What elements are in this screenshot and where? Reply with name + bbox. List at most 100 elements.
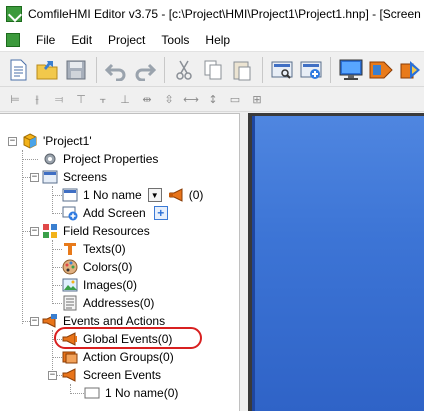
same-height-icon[interactable]: ↕	[204, 91, 222, 109]
run-simulator-button[interactable]	[368, 56, 394, 84]
properties-gear-icon	[42, 151, 58, 167]
menu-edit[interactable]: Edit	[63, 33, 100, 47]
add-screen-toolbar-button[interactable]	[298, 56, 323, 84]
undo-icon	[104, 63, 126, 81]
tree-node-project-properties[interactable]: Project Properties	[42, 150, 160, 168]
text-t-icon	[62, 241, 78, 257]
tree-label-add-screen: Add Screen	[83, 206, 146, 220]
title-bar: ComfileHMI Editor v3.75 - [c:\Project\HM…	[0, 0, 424, 28]
tree-node-screen-events[interactable]: Screen Events	[62, 366, 163, 384]
screen-event-megaphone-icon	[168, 187, 184, 203]
redo-button[interactable]	[132, 56, 157, 84]
field-resources-icon	[42, 223, 58, 239]
window-title: ComfileHMI Editor v3.75 - [c:\Project\HM…	[28, 7, 421, 21]
tree-node-screen-1[interactable]: 1 No name ▼ (0)	[62, 186, 205, 204]
tree-label-action-groups: Action Groups(0)	[83, 350, 174, 364]
collapse-events-and-actions-button[interactable]: −	[30, 317, 39, 326]
new-file-button[interactable]	[6, 56, 31, 84]
paste-button[interactable]	[230, 56, 255, 84]
tree-node-colors[interactable]: Colors(0)	[62, 258, 134, 276]
tree-connector	[52, 357, 62, 358]
add-screen-plus-button[interactable]: +	[153, 206, 168, 220]
toolbar-separator	[330, 56, 331, 83]
app-logo-icon	[6, 6, 22, 22]
toolbar-separator	[164, 56, 165, 83]
tree-node-add-screen[interactable]: Add Screen +	[62, 204, 168, 222]
tree-node-field-resources[interactable]: Field Resources	[42, 222, 152, 240]
design-canvas[interactable]	[248, 113, 424, 411]
collapse-field-resources-button[interactable]: −	[30, 227, 39, 236]
tree-connector	[52, 303, 62, 304]
align-center-horizontal-icon[interactable]: ⫲	[28, 91, 46, 109]
collapse-screens-button[interactable]: −	[30, 173, 39, 182]
add-screen-icon	[300, 61, 322, 79]
collapse-screen-events-button[interactable]: −	[48, 371, 57, 380]
tree-node-screen-events-1[interactable]: 1 No name(0)	[84, 384, 180, 402]
tree-node-action-groups[interactable]: Action Groups(0)	[62, 348, 176, 366]
menu-tools[interactable]: Tools	[153, 33, 197, 47]
undo-button[interactable]	[103, 56, 128, 84]
tree-label-colors: Colors(0)	[83, 260, 133, 274]
tree-label-project: 'Project1'	[43, 134, 92, 148]
same-width-icon[interactable]: ⟷	[182, 91, 200, 109]
tree-node-project-root[interactable]: 'Project1'	[22, 132, 94, 150]
align-middle-vertical-icon[interactable]: ⫟	[94, 91, 112, 109]
menu-file[interactable]: File	[28, 33, 63, 47]
align-left-icon[interactable]: ⊨	[6, 91, 24, 109]
alignment-toolbar: ⊨ ⫲ ⫤ ⊤ ⫟ ⊥ ⇹ ⇳ ⟷ ↕ ▭ ⊞	[0, 88, 424, 112]
copy-button[interactable]	[201, 56, 226, 84]
action-groups-icon	[62, 349, 78, 365]
distribute-vertical-icon[interactable]: ⇳	[160, 91, 178, 109]
distribute-horizontal-icon[interactable]: ⇹	[138, 91, 156, 109]
simulator-icon	[369, 61, 393, 78]
app-menu-icon[interactable]	[6, 32, 20, 47]
screen-properties-button[interactable]	[269, 56, 294, 84]
monitor-icon	[339, 59, 363, 80]
cut-icon	[176, 60, 193, 80]
center-in-screen-icon[interactable]: ⊞	[248, 91, 266, 109]
tree-connector	[52, 285, 62, 286]
tree-label-texts: Texts(0)	[83, 242, 126, 256]
cut-button[interactable]	[172, 56, 197, 84]
align-right-icon[interactable]: ⫤	[50, 91, 68, 109]
tree-connector	[22, 159, 38, 160]
download-button[interactable]	[398, 56, 424, 84]
image-picture-icon	[62, 277, 78, 293]
project-tree-panel: − 'Project1' Project Properties − Screen…	[0, 113, 240, 411]
save-button[interactable]	[64, 56, 89, 84]
tree-connector	[52, 267, 62, 268]
tree-node-texts[interactable]: Texts(0)	[62, 240, 128, 258]
screen-events-page-icon	[84, 385, 100, 401]
main-toolbar	[0, 53, 424, 87]
highlight-annotation	[54, 327, 202, 349]
download-icon	[400, 60, 420, 79]
new-file-icon	[10, 59, 27, 80]
menu-bar: File Edit Project Tools Help	[0, 28, 424, 52]
paste-icon	[233, 61, 251, 80]
project-cube-icon	[22, 133, 38, 149]
tree-label-field-resources: Field Resources	[63, 224, 150, 238]
panel-splitter[interactable]	[240, 113, 248, 411]
open-folder-button[interactable]	[35, 56, 60, 84]
tree-label-screens: Screens	[63, 170, 108, 184]
tree-label-events-and-actions: Events and Actions	[63, 314, 166, 328]
align-top-icon[interactable]: ⊤	[72, 91, 90, 109]
redo-icon	[135, 63, 156, 81]
tree-node-images[interactable]: Images(0)	[62, 276, 139, 294]
same-size-icon[interactable]: ▭	[226, 91, 244, 109]
tree-node-screens[interactable]: Screens	[42, 168, 109, 186]
menu-project[interactable]: Project	[100, 33, 153, 47]
align-bottom-icon[interactable]: ⊥	[116, 91, 134, 109]
toolbar-separator	[95, 56, 97, 83]
open-folder-icon	[36, 60, 58, 79]
monitor-button[interactable]	[338, 56, 364, 84]
screen-preview[interactable]	[252, 116, 424, 411]
tree-label-screen-1: 1 No name	[83, 188, 142, 202]
screen-dropdown-button[interactable]: ▼	[147, 188, 162, 202]
screen-events-megaphone-icon	[62, 367, 78, 383]
menu-help[interactable]: Help	[197, 33, 238, 47]
events-megaphone-icon	[42, 313, 58, 329]
collapse-project-button[interactable]: −	[8, 137, 17, 146]
tree-node-addresses[interactable]: Addresses(0)	[62, 294, 156, 312]
tree-connector	[52, 186, 53, 214]
